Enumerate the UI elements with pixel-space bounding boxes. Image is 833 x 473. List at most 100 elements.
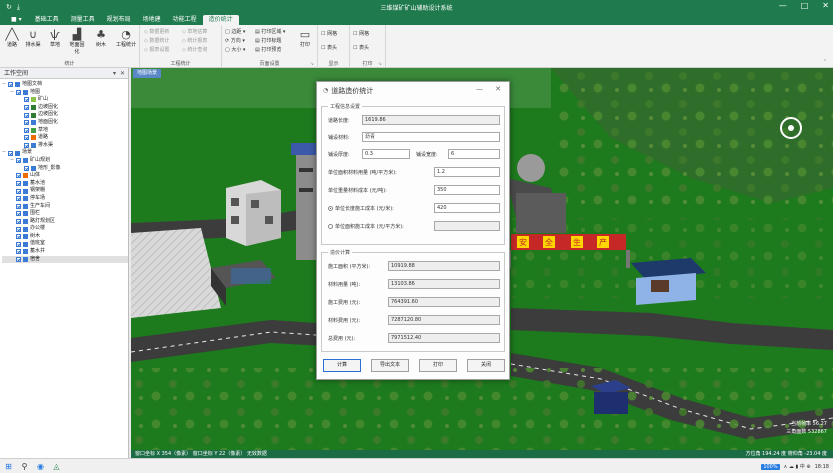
unit-length-cost-field[interactable]: 420 bbox=[434, 203, 500, 213]
tree-node[interactable]: 办公楼 bbox=[2, 225, 128, 233]
save-report-button[interactable]: ▤ 打印预览 bbox=[255, 46, 281, 53]
print-header-checkbox[interactable]: ☐ 表头 bbox=[353, 44, 369, 51]
tree-node[interactable]: 地形_影像 bbox=[2, 165, 128, 173]
data-update-button[interactable]: ◇ 数据更新 bbox=[144, 28, 169, 35]
close-button[interactable]: ✕ bbox=[822, 1, 829, 10]
visibility-checkbox[interactable] bbox=[24, 143, 29, 149]
tree-node[interactable]: − 地图文档 bbox=[2, 81, 128, 89]
tree-node[interactable]: 树木 bbox=[2, 233, 128, 241]
visibility-checkbox[interactable] bbox=[24, 165, 29, 171]
show-header-checkbox[interactable]: ☐ 表头 bbox=[321, 44, 337, 51]
visibility-checkbox[interactable] bbox=[16, 234, 21, 240]
print-grid-checkbox[interactable]: ☐ 网格 bbox=[353, 30, 369, 37]
visibility-checkbox[interactable] bbox=[8, 150, 13, 156]
tree-node[interactable]: 矿山 bbox=[2, 96, 128, 104]
tab-site-build[interactable]: 场地建 bbox=[137, 15, 167, 25]
tree-node[interactable]: 蓄水井 bbox=[2, 248, 128, 256]
tree-node[interactable]: 钢架棚 bbox=[2, 187, 128, 195]
tree-node[interactable]: 蓄水池 bbox=[2, 180, 128, 188]
data-statistics-button[interactable]: ◇ 数据统计 bbox=[144, 37, 169, 44]
ground-solidify-button[interactable]: ▟ 地面固化 bbox=[68, 28, 86, 55]
unit-area-cost-radio[interactable]: 单位面积施工成本 (元/平方米): bbox=[328, 223, 404, 230]
tab-measure-tools[interactable]: 测量工具 bbox=[65, 15, 101, 25]
tree-button[interactable]: ♣ 树木 bbox=[92, 28, 110, 48]
tree-node[interactable]: 围栏 bbox=[2, 210, 128, 218]
tab-function-engineering[interactable]: 功能工程 bbox=[167, 15, 203, 25]
visibility-checkbox[interactable] bbox=[16, 173, 21, 179]
dialog-title-bar[interactable]: ◔ 道路造价统计 — ✕ bbox=[317, 82, 509, 99]
dialog-close-button[interactable]: ✕ bbox=[495, 85, 501, 93]
visibility-checkbox[interactable] bbox=[16, 158, 21, 164]
collapse-ribbon-icon[interactable]: ⌃ bbox=[823, 59, 827, 65]
unit-area-cost-field[interactable] bbox=[434, 221, 500, 231]
visibility-checkbox[interactable] bbox=[16, 241, 21, 247]
show-grid-checkbox[interactable]: ☐ 网格 bbox=[321, 30, 337, 37]
tree-node[interactable]: 边坡固化 bbox=[2, 104, 128, 112]
pin-icon[interactable]: ▾ bbox=[113, 68, 116, 79]
tree-node[interactable]: 道路 bbox=[2, 134, 128, 142]
visibility-checkbox[interactable] bbox=[16, 181, 21, 187]
minimize-button[interactable]: — bbox=[779, 1, 787, 10]
browser-icon[interactable]: ◉ bbox=[36, 462, 45, 471]
dialog-minimize-button[interactable]: — bbox=[476, 85, 483, 93]
tree-node[interactable]: 边坡固化 bbox=[2, 111, 128, 119]
tree-node[interactable]: 宿舍 bbox=[2, 255, 128, 264]
report-settings-button[interactable]: ◇ 报表设置 bbox=[144, 46, 169, 53]
calculate-button[interactable]: 计算 bbox=[323, 359, 361, 372]
visibility-checkbox[interactable] bbox=[24, 135, 29, 141]
dormitory[interactable] bbox=[591, 380, 631, 414]
print-area-button[interactable]: ▤ 打印区域 ▾ bbox=[255, 28, 285, 35]
tab-basic-tools[interactable]: 基础工具 bbox=[29, 15, 65, 25]
visibility-checkbox[interactable] bbox=[24, 105, 29, 111]
unit-volume-field[interactable]: 1.2 bbox=[434, 167, 500, 177]
orientation-button[interactable]: ⟳ 方向 ▾ bbox=[225, 37, 245, 44]
visibility-checkbox[interactable] bbox=[16, 226, 21, 232]
print-button[interactable]: ▭ 打印 bbox=[296, 28, 314, 48]
dialog-launcher-icon[interactable]: ↘ bbox=[378, 61, 382, 67]
export-text-button[interactable]: 导出文本 bbox=[371, 359, 409, 372]
close-dialog-button[interactable]: 关闭 bbox=[467, 359, 505, 372]
width-field[interactable]: 6 bbox=[448, 149, 500, 159]
dialog-launcher-icon[interactable]: ↘ bbox=[310, 61, 314, 67]
tray-icons[interactable]: ∧ ☁ ▮ 中 ⊕ bbox=[784, 463, 811, 470]
unit-length-cost-radio[interactable]: 单位长度施工成本 (元/米): bbox=[328, 205, 394, 212]
grass-estimate-button[interactable]: ◇ 草地估算 bbox=[182, 28, 207, 35]
tree-node[interactable]: 生产车间 bbox=[2, 203, 128, 211]
guard-booth[interactable] bbox=[631, 258, 706, 305]
tree-node[interactable]: 值班室 bbox=[2, 240, 128, 248]
visibility-checkbox[interactable] bbox=[24, 120, 29, 126]
office-building[interactable] bbox=[226, 180, 281, 246]
tree-node[interactable]: 停车场 bbox=[2, 195, 128, 203]
unit-material-cost-field[interactable]: 350 bbox=[434, 185, 500, 195]
visibility-checkbox[interactable] bbox=[24, 97, 29, 103]
visibility-checkbox[interactable] bbox=[16, 218, 21, 224]
visibility-checkbox[interactable] bbox=[24, 112, 29, 118]
visibility-checkbox[interactable] bbox=[16, 256, 21, 262]
tree-node[interactable]: 路灯规划区 bbox=[2, 218, 128, 226]
grass-button[interactable]: ѱ 草地 bbox=[46, 28, 64, 48]
visibility-checkbox[interactable] bbox=[16, 196, 21, 202]
material-field[interactable]: 沥青 bbox=[362, 132, 500, 142]
visibility-checkbox[interactable] bbox=[16, 249, 21, 255]
tree-node[interactable]: − 地图 bbox=[2, 89, 128, 97]
close-panel-icon[interactable]: ✕ bbox=[120, 68, 125, 79]
tab-layout-planning[interactable]: 规划布局 bbox=[101, 15, 137, 25]
tree-node[interactable]: 地面固化 bbox=[2, 119, 128, 127]
drain-button[interactable]: ∪ 排水渠 bbox=[24, 28, 42, 48]
visibility-checkbox[interactable] bbox=[8, 82, 13, 88]
print-titles-button[interactable]: ▤ 打印标题 bbox=[255, 37, 281, 44]
visibility-checkbox[interactable] bbox=[16, 203, 21, 209]
battery-badge[interactable]: 100% bbox=[761, 463, 780, 470]
visibility-checkbox[interactable] bbox=[16, 211, 21, 217]
tree-node[interactable]: 草地 bbox=[2, 127, 128, 135]
app-icon[interactable]: ◬ bbox=[52, 462, 61, 471]
radio-selected[interactable] bbox=[328, 206, 333, 211]
file-menu-button[interactable]: ■ ▾ bbox=[4, 15, 29, 25]
tree-node[interactable]: − 矿山规划 bbox=[2, 157, 128, 165]
search-icon[interactable]: ⚲ bbox=[20, 462, 29, 471]
road-button[interactable]: ╱╲ 道路 bbox=[3, 28, 21, 48]
windows-start-icon[interactable]: ⊞ bbox=[4, 462, 13, 471]
margins-button[interactable]: □ 边距 ▾ bbox=[225, 28, 245, 35]
visibility-checkbox[interactable] bbox=[24, 127, 29, 133]
tab-cost-statistics[interactable]: 造价统计 bbox=[202, 15, 239, 25]
